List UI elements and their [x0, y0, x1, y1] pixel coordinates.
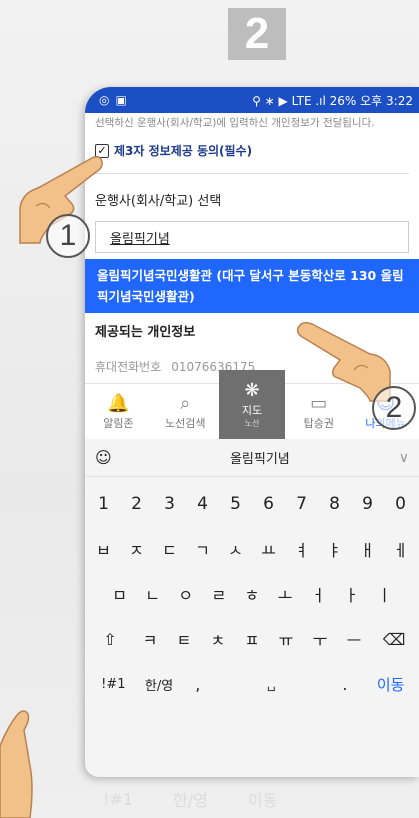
key-row-3: ⇧ ㅋ ㅌ ㅊ ㅍ ㅠ ㅜ ㅡ ⌫	[85, 621, 419, 657]
key[interactable]: ㅇ	[171, 576, 201, 612]
key[interactable]: ㅎ	[237, 576, 267, 612]
key[interactable]: ㅑ	[320, 531, 349, 567]
nav-sublabel: 노선	[244, 419, 260, 428]
reflection-lang: 한/영	[173, 791, 208, 810]
notice-text: 선택하신 운행사(회사/학교)에 입력하신 개인정보가 전달됩니다.	[95, 117, 375, 129]
key[interactable]: ㄴ	[138, 576, 168, 612]
screen-reflection: !#1 한/영 이동	[85, 780, 419, 818]
comma-key[interactable]: ,	[180, 666, 216, 702]
key[interactable]: 0	[386, 486, 415, 522]
number-row: 1 2 3 4 5 6 7 8 9 0	[85, 486, 419, 522]
keyboard-suggestion-bar: ☺ 올림픽기념 ∨	[85, 439, 419, 477]
language-key[interactable]: 한/영	[141, 666, 177, 702]
key[interactable]: 1	[89, 486, 118, 522]
key[interactable]: ㅔ	[386, 531, 415, 567]
key[interactable]: ㅠ	[271, 621, 301, 657]
key[interactable]: ㅕ	[287, 531, 316, 567]
enter-key[interactable]: 이동	[366, 666, 415, 702]
step-marker-2: 2	[372, 386, 416, 430]
space-key[interactable]: ␣	[219, 666, 324, 702]
key[interactable]: 3	[155, 486, 184, 522]
status-text: 26% 오후 3:22	[329, 93, 413, 108]
key[interactable]: 7	[287, 486, 316, 522]
key[interactable]: ㅓ	[303, 576, 333, 612]
key[interactable]: ㅋ	[135, 621, 165, 657]
map-icon: ❋	[244, 380, 260, 401]
phone-screen: ◎ ▣ ⚲ ∗ ▶ LTE .ıl 26% 오후 3:22 선택하신 운행사(회…	[85, 87, 419, 777]
status-bar-right: ⚲ ∗ ▶ LTE .ıl 26% 오후 3:22	[252, 92, 413, 109]
key[interactable]: ㅣ	[369, 576, 399, 612]
key[interactable]: 9	[353, 486, 382, 522]
key[interactable]: ㄹ	[204, 576, 234, 612]
period-key[interactable]: .	[327, 666, 363, 702]
reflection-symbols: !#1	[103, 789, 133, 809]
hand-pointer-icon	[0, 710, 33, 818]
bus-search-icon: ⌕	[180, 392, 191, 414]
key[interactable]: ㅛ	[254, 531, 283, 567]
nav-item-map[interactable]: ❋ 지도 노선	[218, 370, 286, 439]
nav-item-route-search[interactable]: ⌕ 노선검색	[152, 384, 219, 439]
key-row-bottom: !#1 한/영 , ␣ . 이동	[85, 666, 419, 702]
consent-row[interactable]: ✓ 제3자 정보제공 동의(필수)	[95, 142, 409, 159]
key[interactable]: ㅁ	[105, 576, 135, 612]
emoji-icon[interactable]: ☺	[95, 448, 121, 467]
key[interactable]: ㅈ	[122, 531, 151, 567]
nav-label: 알림존	[103, 416, 134, 430]
divider	[95, 173, 409, 174]
key[interactable]: 4	[188, 486, 217, 522]
key[interactable]: ㅐ	[353, 531, 382, 567]
chevron-down-icon[interactable]: ∨	[399, 450, 409, 466]
key[interactable]: 6	[254, 486, 283, 522]
symbols-key[interactable]: !#1	[89, 666, 138, 702]
operator-suggestion[interactable]: 올림픽기념국민생활관 (대구 달서구 본동학산로 130 올림픽기념국민생활관)	[85, 259, 419, 313]
key[interactable]: ㅌ	[169, 621, 199, 657]
key[interactable]: 5	[221, 486, 250, 522]
bell-icon: 🔔	[107, 392, 130, 414]
shift-icon[interactable]: ⇧	[89, 621, 131, 657]
key[interactable]: ㅊ	[203, 621, 233, 657]
key[interactable]: ㅜ	[305, 621, 335, 657]
keyboard-suggestion[interactable]: 올림픽기념	[121, 448, 399, 467]
status-bar: ◎ ▣ ⚲ ∗ ▶ LTE .ıl 26% 오후 3:22	[85, 87, 419, 113]
nav-label: 탑승권	[303, 416, 334, 430]
reflection-enter: 이동	[247, 791, 278, 810]
key[interactable]: ㅅ	[221, 531, 250, 567]
step-badge: 2	[228, 8, 286, 60]
backspace-icon[interactable]: ⌫	[373, 621, 415, 657]
key[interactable]: ㅡ	[339, 621, 369, 657]
operator-search-input[interactable]: 올림픽기념	[95, 221, 409, 253]
key[interactable]: ㄷ	[155, 531, 184, 567]
key[interactable]: 8	[320, 486, 349, 522]
key-row-2: ㅁ ㄴ ㅇ ㄹ ㅎ ㅗ ㅓ ㅏ ㅣ	[85, 576, 419, 612]
operator-section-label: 운행사(회사/학교) 선택	[95, 194, 222, 209]
keyboard: ☺ 올림픽기념 ∨ 1 2 3 4 5 6 7 8 9 0 ㅂ ㅈ ㄷ ㄱ ㅅ …	[85, 439, 419, 777]
nav-label: 지도	[241, 404, 263, 417]
key[interactable]: ㅍ	[237, 621, 267, 657]
step-marker-1: 1	[46, 214, 90, 258]
key[interactable]: 2	[122, 486, 151, 522]
image-icon: ▣	[115, 93, 127, 107]
headset-icon: ◎	[99, 93, 110, 107]
nav-item-alarm[interactable]: 🔔 알림존	[85, 384, 152, 439]
key[interactable]: ㅂ	[89, 531, 118, 567]
nav-label: 노선검색	[164, 416, 206, 430]
key[interactable]: ㅗ	[270, 576, 300, 612]
key[interactable]: ㄱ	[188, 531, 217, 567]
key-row-1: ㅂ ㅈ ㄷ ㄱ ㅅ ㅛ ㅕ ㅑ ㅐ ㅔ	[85, 531, 419, 567]
consent-label: 제3자 정보제공 동의(필수)	[114, 144, 253, 158]
phone-label: 휴대전화번호	[95, 360, 162, 374]
key[interactable]: ㅏ	[336, 576, 366, 612]
signal-icons: ⚲ ∗ ▶ LTE .ıl	[252, 93, 330, 108]
